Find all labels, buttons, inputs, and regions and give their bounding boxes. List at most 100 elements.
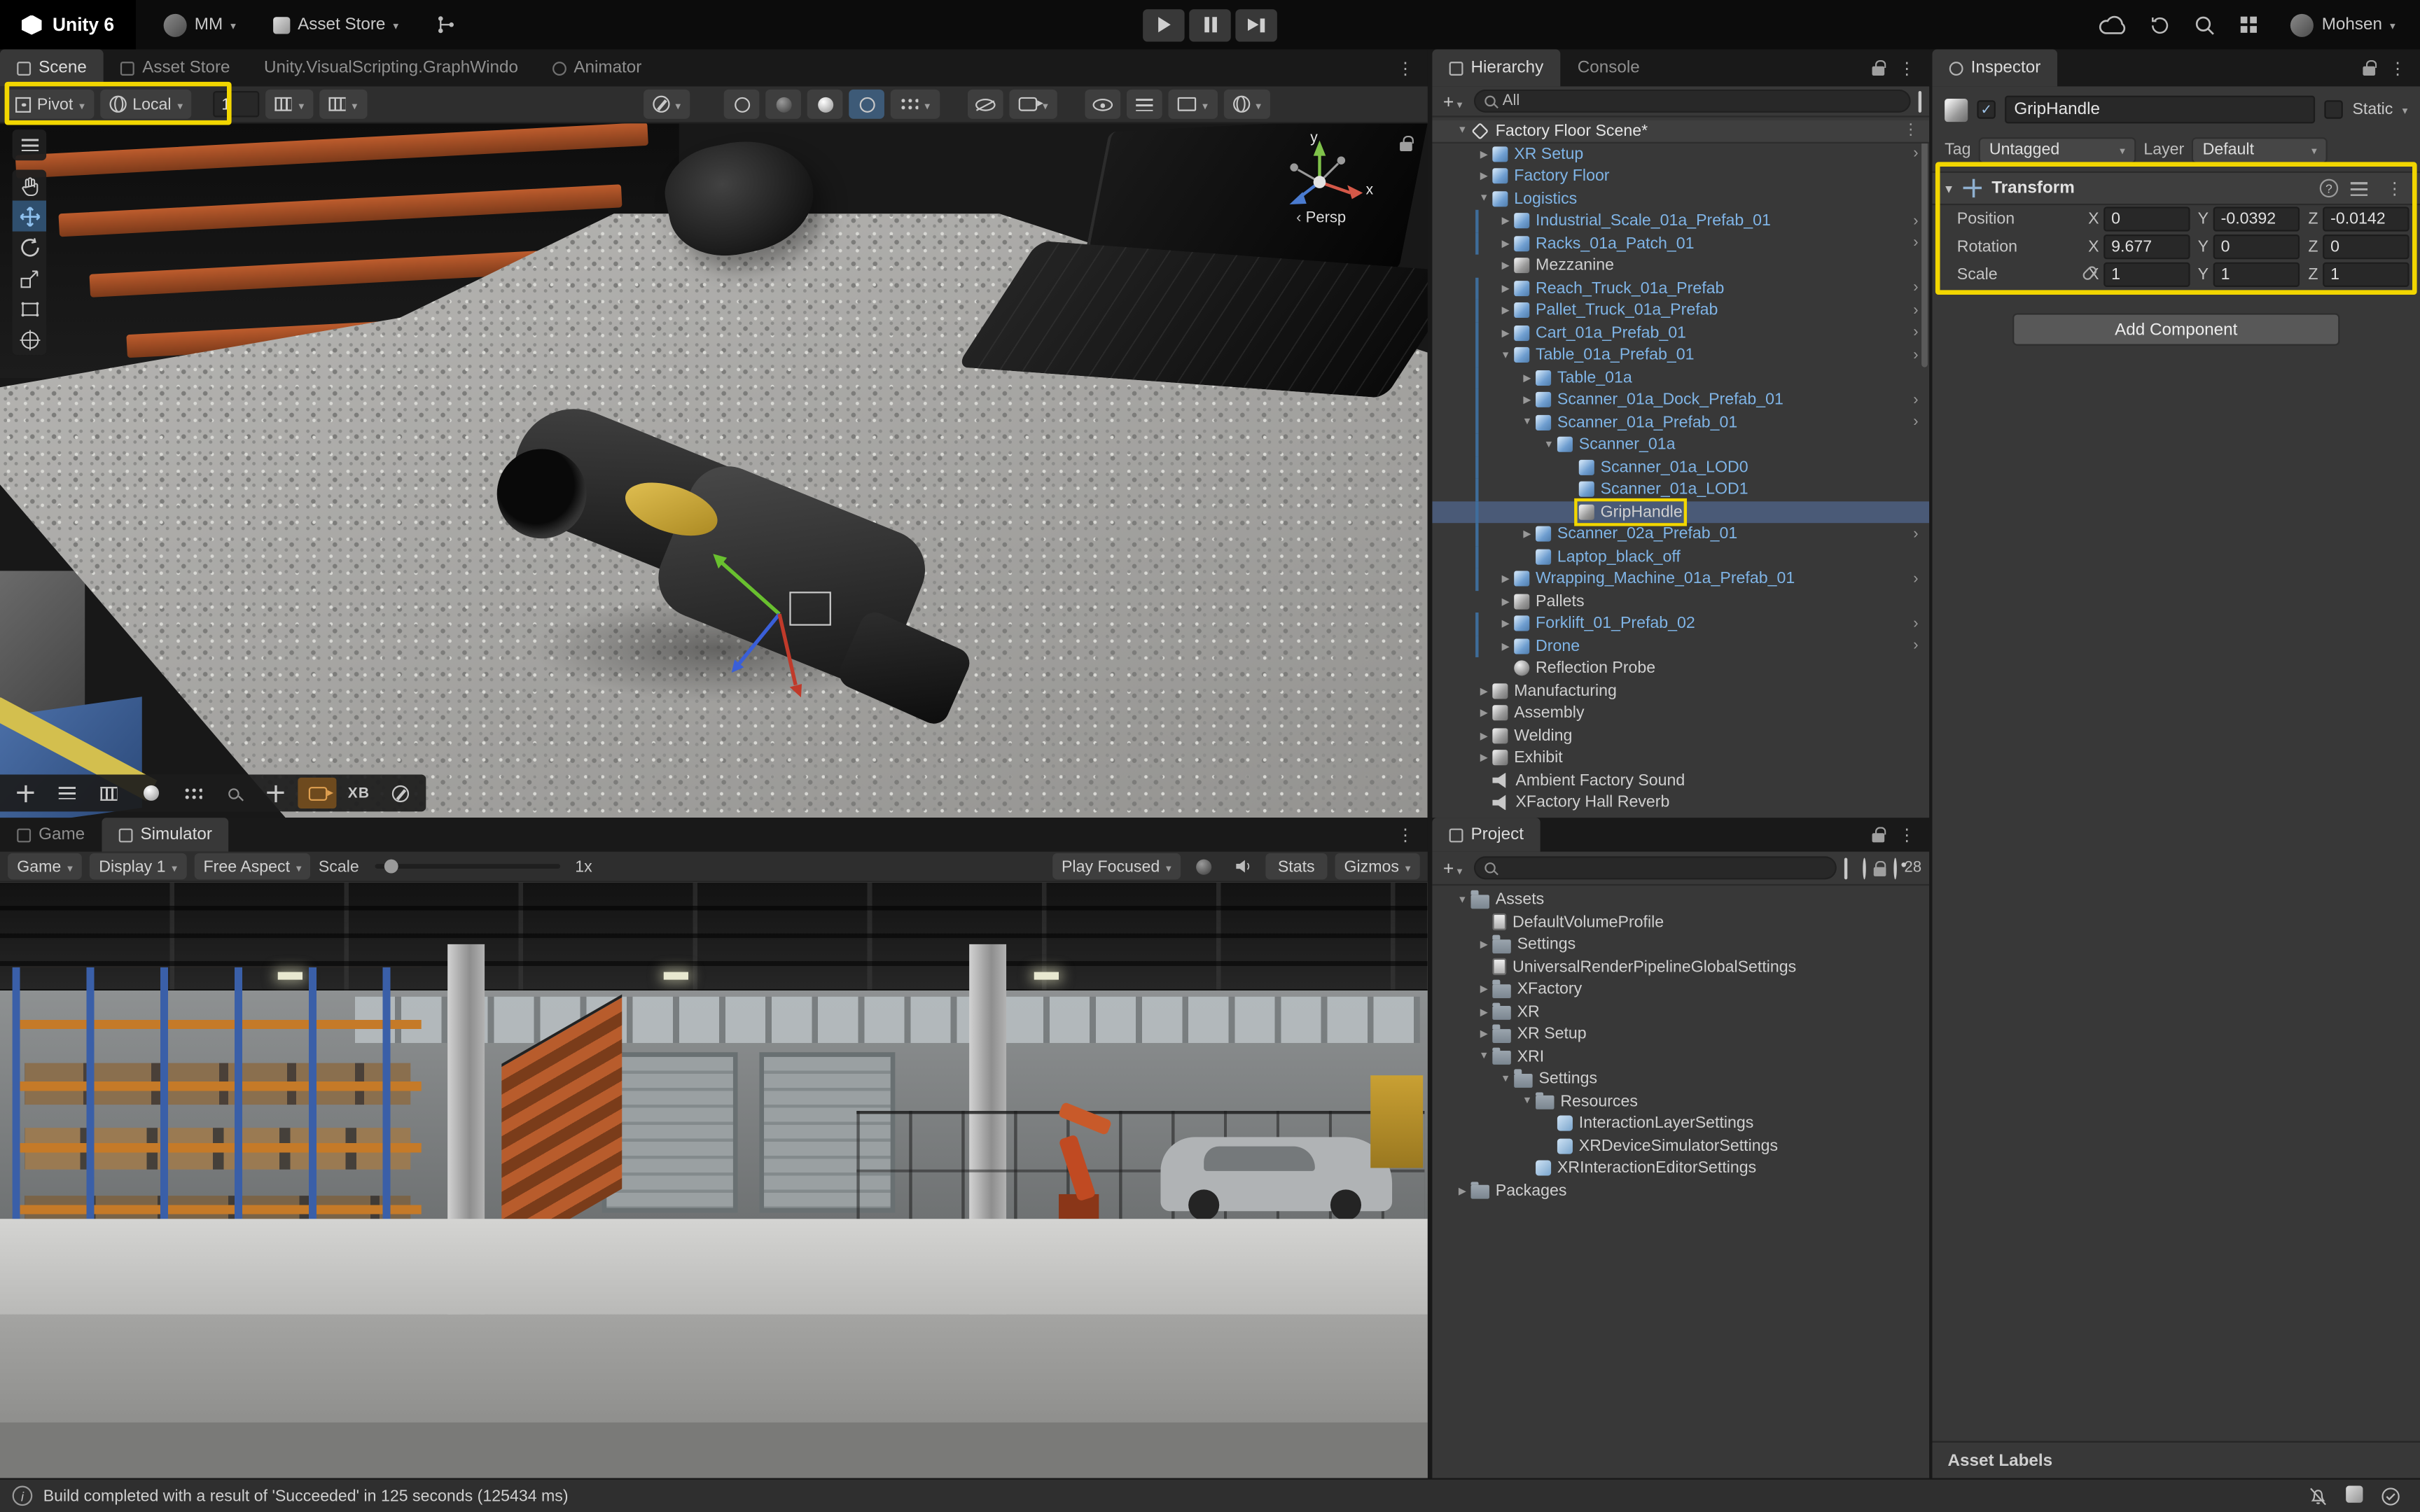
pause-button[interactable] [1189,8,1231,41]
expand-arrow-icon[interactable]: ▼ [1475,193,1492,204]
slider-thumb[interactable] [384,859,398,873]
version-control-branch-icon[interactable] [426,9,466,40]
project-row[interactable]: ▼ Settings [1432,1068,1929,1090]
component-menu-icon[interactable] [2380,178,2409,199]
prefab-open-chevron[interactable]: › [1913,638,1929,654]
expand-arrow-icon[interactable]: ▶ [1497,304,1514,317]
expand-arrow-icon[interactable]: ▶ [1497,595,1514,608]
project-tree[interactable]: ▼ Assets DefaultVolumeProfile ▶ [1432,886,1929,1478]
perspective-toggle[interactable]: Persp [1258,210,1384,227]
step-button[interactable] [1235,8,1277,41]
hierarchy-row[interactable]: ▶ Drone › [1432,635,1929,657]
expand-arrow-icon[interactable]: ▶ [1497,282,1514,295]
project-row[interactable]: ▼ Resources [1432,1090,1929,1112]
mute-audio-button[interactable] [1227,853,1258,879]
gizmos-dropdown[interactable] [1223,90,1270,119]
expand-arrow-icon[interactable]: ▶ [1519,372,1536,384]
gizmos-dropdown[interactable]: Gizmos [1335,853,1419,879]
hierarchy-row[interactable]: Laptop_black_off [1432,545,1929,568]
hierarchy-row[interactable]: ▶ Racks_01a_Patch_01 › [1432,232,1929,255]
view-hand-tool[interactable] [13,169,46,200]
layer-dropdown[interactable]: Default [2192,136,2328,162]
hierarchy-row[interactable]: ▶ Scanner_01a_Dock_Prefab_01 › [1432,388,1929,411]
check-circle-icon[interactable] [2380,1485,2402,1506]
hierarchy-row[interactable]: ▶ Wrapping_Machine_01a_Prefab_01 › [1432,568,1929,590]
expand-arrow-icon[interactable]: ▶ [1475,1006,1492,1018]
move-tool[interactable] [13,201,46,232]
hierarchy-row[interactable]: Reflection Probe [1432,657,1929,680]
particles-icon[interactable] [173,778,211,808]
tab-animator[interactable]: Animator [535,50,658,87]
cloud-icon[interactable] [2099,15,2127,35]
panel-menu-icon[interactable] [1391,825,1420,845]
hierarchy-row[interactable]: Scanner_01a_LOD1 [1432,478,1929,500]
expand-arrow-icon[interactable]: ▶ [1475,983,1492,996]
expand-arrow-icon[interactable]: ▶ [1519,394,1536,407]
hierarchy-row[interactable]: ▶ Industrial_Scale_01a_Prefab_01 › [1432,210,1929,232]
hierarchy-row[interactable]: XFactory Hall Reverb [1432,792,1929,814]
project-row[interactable]: ▶ XFactory [1432,978,1929,1000]
camera-view-dropdown[interactable] [1008,90,1057,119]
expand-arrow-icon[interactable]: ▼ [1541,440,1557,450]
prefab-open-chevron[interactable]: › [1913,235,1929,252]
prefab-open-chevron[interactable]: ⋮ [1903,122,1929,139]
scene-viewport[interactable]: y x Persp [0,123,1428,818]
expand-arrow-icon[interactable]: ▶ [1454,1184,1470,1197]
prefab-open-chevron[interactable]: › [1913,279,1929,296]
tab-scene[interactable]: Scene [0,50,104,87]
hierarchy-row[interactable]: ▶ Factory Floor [1432,165,1929,188]
tab-game[interactable]: Game [0,818,102,851]
expand-arrow-icon[interactable]: ▶ [1475,1028,1492,1040]
presets-icon[interactable] [2351,181,2367,195]
grid-overlay-icon[interactable] [90,778,128,808]
game-viewport[interactable] [0,883,1428,1478]
prefab-open-chevron[interactable]: › [1913,213,1929,230]
lock-icon[interactable] [1872,833,1885,842]
rotate-tool[interactable] [13,232,46,262]
scale-slider[interactable] [375,864,559,869]
hierarchy-row[interactable]: ▶ Pallet_Truck_01a_Prefab › [1432,300,1929,322]
hierarchy-row[interactable]: ▶ Cart_01a_Prefab_01 › [1432,322,1929,344]
grid-visibility-dropdown[interactable] [319,90,366,119]
notifications-muted-icon[interactable] [2307,1485,2329,1506]
package-icon[interactable] [2346,1485,2363,1506]
tab-inspector[interactable]: Inspector [1933,50,2058,87]
expand-arrow-icon[interactable]: ▶ [1519,528,1536,540]
status-bar[interactable]: Build completed with a result of 'Succee… [0,1478,2420,1512]
hierarchy-row[interactable]: Ambient Factory Sound [1432,769,1929,792]
hidden-objects-toggle[interactable] [967,90,1003,119]
play-focused-dropdown[interactable]: Play Focused [1052,853,1181,879]
hierarchy-row[interactable]: ▶ Forklift_01_Prefab_02 › [1432,612,1929,635]
prefab-open-chevron[interactable]: › [1913,391,1929,408]
xb-toggle[interactable]: XB [340,778,378,808]
prefab-open-chevron[interactable]: › [1913,526,1929,542]
screenshot-icon[interactable] [1188,853,1219,879]
pivot-dropdown[interactable]: Pivot [6,90,94,119]
prefab-open-chevron[interactable]: › [1913,302,1929,318]
expand-arrow-icon[interactable]: ▶ [1475,170,1492,183]
static-flags-dropdown-icon[interactable] [2402,100,2408,118]
gizmo-move-icon[interactable] [256,778,295,808]
expand-arrow-icon[interactable]: ▶ [1497,573,1514,585]
expand-arrow-icon[interactable]: ▶ [1475,939,1492,951]
compass-icon[interactable] [381,778,419,808]
prefab-open-chevron[interactable]: › [1913,346,1929,363]
camera-preview-icon[interactable] [298,778,336,808]
expand-arrow-icon[interactable]: ▼ [1475,1051,1492,1062]
render-mode-dropdown[interactable] [1169,90,1217,119]
panel-menu-icon[interactable] [2383,58,2412,78]
lock-icon[interactable] [1873,867,1886,876]
asset-store-menu[interactable]: Asset Store [264,10,408,38]
expand-arrow-icon[interactable]: ▶ [1497,260,1514,272]
hierarchy-row[interactable]: ▶ Reach_Truck_01a_Prefab › [1432,277,1929,300]
expand-arrow-icon[interactable]: ▶ [1475,685,1492,697]
prefab-open-chevron[interactable]: › [1913,570,1929,587]
hierarchy-row[interactable]: ▶ Manufacturing [1432,680,1929,702]
prefab-open-chevron[interactable]: › [1913,324,1929,341]
fog-toggle[interactable] [765,90,801,119]
snap-increment-field[interactable] [214,91,260,117]
expand-arrow-icon[interactable]: ▼ [1497,350,1514,360]
lighting-toggle[interactable] [807,90,843,119]
object-name-field[interactable] [2005,96,2316,124]
tools-menu-icon[interactable] [13,130,46,160]
